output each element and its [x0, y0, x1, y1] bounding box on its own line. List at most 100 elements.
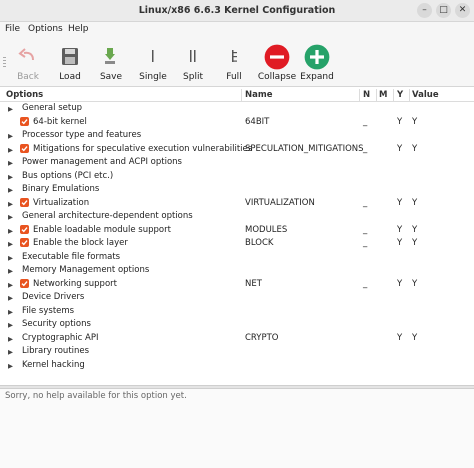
option-label: Virtualization: [33, 197, 90, 208]
column-y[interactable]: Y: [397, 90, 403, 100]
full-view-icon: [232, 50, 237, 62]
checkbox-checked-icon[interactable]: [20, 197, 29, 207]
tree-row[interactable]: ▶ Kernel hacking: [0, 359, 474, 373]
checkbox-checked-icon[interactable]: [20, 224, 29, 234]
expander-arrow-icon[interactable]: ▶: [8, 173, 13, 181]
tree-row[interactable]: ▶ Executable file formats: [0, 251, 474, 265]
full-view-button[interactable]: Full: [214, 43, 254, 85]
expander-arrow-icon[interactable]: ▶: [8, 105, 13, 113]
option-label: Enable loadable module support: [33, 224, 171, 235]
checkbox-checked-icon[interactable]: [20, 278, 29, 288]
option-label: Binary Emulations: [22, 184, 100, 194]
option-value: Y: [412, 224, 418, 235]
expander-arrow-icon[interactable]: ▶: [8, 240, 13, 248]
maximize-button[interactable]: □: [436, 3, 451, 18]
option-value: Y: [412, 238, 418, 248]
expander-arrow-icon[interactable]: ▶: [8, 132, 13, 140]
expander-arrow-icon[interactable]: ▶: [8, 321, 13, 329]
tree-row[interactable]: ▶ Enable loadable module support MODULES…: [0, 224, 474, 238]
checkbox-checked-icon[interactable]: [20, 116, 29, 126]
tree-row[interactable]: ▶ Networking support NET _ Y Y: [0, 278, 474, 292]
toolbar-grip[interactable]: [3, 57, 6, 69]
column-value[interactable]: Value: [412, 90, 439, 100]
checkbox-checked-icon[interactable]: [20, 238, 29, 247]
option-symbol: VIRTUALIZATION: [245, 197, 315, 208]
option-label: File systems: [22, 305, 75, 316]
load-button[interactable]: Load: [50, 43, 90, 85]
tree-row[interactable]: ▶ Library routines: [0, 345, 474, 359]
tree-row[interactable]: ▶ General architecture-dependent options: [0, 210, 474, 224]
expander-arrow-icon[interactable]: ▶: [8, 213, 13, 221]
tree-row[interactable]: ▶ Device Drivers: [0, 291, 474, 305]
menu-options[interactable]: Options: [28, 24, 63, 34]
split-view-button[interactable]: Split: [173, 43, 213, 85]
minimize-button[interactable]: –: [417, 3, 432, 18]
expander-arrow-icon[interactable]: ▶: [8, 294, 13, 302]
tree-row[interactable]: ▶ General setup: [0, 102, 474, 116]
option-label: 64-bit kernel: [33, 116, 87, 127]
expander-arrow-icon[interactable]: ▶: [8, 146, 13, 154]
tree-row[interactable]: ▶ Enable the block layer BLOCK _ Y Y: [0, 237, 474, 251]
tree-row[interactable]: ▶ Processor type and features: [0, 129, 474, 143]
option-y: Y: [397, 116, 403, 127]
column-separator[interactable]: [409, 89, 410, 101]
expander-arrow-icon[interactable]: ▶: [8, 335, 13, 343]
column-m[interactable]: M: [379, 90, 387, 100]
column-separator[interactable]: [393, 89, 394, 101]
tree-row[interactable]: ▶ Virtualization VIRTUALIZATION _ Y Y: [0, 197, 474, 211]
option-y: Y: [397, 278, 403, 289]
tree-row[interactable]: ▶ Bus options (PCI etc.): [0, 170, 474, 184]
tree-row[interactable]: ▶ Cryptographic API CRYPTO Y Y: [0, 332, 474, 346]
option-label: Networking support: [33, 278, 117, 289]
column-options[interactable]: Options: [6, 90, 43, 100]
save-icon: [105, 48, 115, 64]
option-label: Security options: [22, 319, 91, 329]
column-separator[interactable]: [359, 89, 360, 101]
expand-button[interactable]: Expand: [297, 43, 337, 85]
menu-bar: File Options Help: [0, 22, 474, 37]
option-symbol: 64BIT: [245, 116, 270, 127]
column-n[interactable]: N: [363, 90, 370, 100]
option-value: Y: [412, 332, 418, 343]
expander-arrow-icon[interactable]: ▶: [8, 308, 13, 316]
help-pane: Sorry, no help available for this option…: [0, 389, 474, 468]
expander-arrow-icon[interactable]: ▶: [8, 348, 13, 356]
checkbox-checked-icon[interactable]: [20, 143, 29, 153]
option-value: Y: [412, 278, 418, 289]
menu-help[interactable]: Help: [68, 24, 89, 34]
close-window-button[interactable]: ✕: [455, 3, 470, 18]
option-y: Y: [397, 143, 403, 154]
column-separator[interactable]: [376, 89, 377, 101]
expander-arrow-icon[interactable]: ▶: [8, 186, 13, 194]
column-separator[interactable]: [241, 89, 242, 101]
expander-arrow-icon[interactable]: ▶: [8, 159, 13, 167]
expander-arrow-icon[interactable]: ▶: [8, 200, 13, 208]
back-button[interactable]: Back: [8, 43, 48, 85]
expander-arrow-icon[interactable]: ▶: [8, 281, 13, 289]
tree-row[interactable]: ▶ Security options: [0, 318, 474, 332]
option-symbol: MODULES: [245, 224, 288, 235]
tree-row[interactable]: ▶ Memory Management options: [0, 264, 474, 278]
tree-row[interactable]: ▶ Binary Emulations: [0, 183, 474, 197]
window-title: Linux/x86 6.6.3 Kernel Configuration: [138, 5, 336, 16]
expand-label: Expand: [300, 72, 334, 82]
option-n: _: [363, 116, 368, 127]
save-button[interactable]: Save: [91, 43, 131, 85]
tree-row[interactable]: ▶ Power management and ACPI options: [0, 156, 474, 170]
expander-arrow-icon[interactable]: ▶: [8, 254, 13, 262]
option-n: _: [363, 143, 368, 154]
option-label: Device Drivers: [22, 292, 85, 302]
expander-arrow-icon[interactable]: ▶: [8, 227, 13, 235]
expander-arrow-icon[interactable]: ▶: [8, 267, 13, 275]
column-name[interactable]: Name: [245, 90, 272, 100]
tree-row[interactable]: ▶ Mitigations for speculative execution …: [0, 143, 474, 157]
option-label: Power management and ACPI options: [22, 157, 182, 167]
tree-row[interactable]: 64-bit kernel 64BIT _ Y Y: [0, 116, 474, 130]
tree-row[interactable]: ▶ File systems: [0, 305, 474, 319]
expander-arrow-icon[interactable]: ▶: [8, 362, 13, 370]
option-y: Y: [397, 224, 403, 235]
menu-file[interactable]: File: [5, 24, 20, 34]
option-y: Y: [397, 238, 403, 248]
option-symbol: BLOCK: [245, 238, 274, 248]
expand-plus-icon: [304, 44, 330, 70]
